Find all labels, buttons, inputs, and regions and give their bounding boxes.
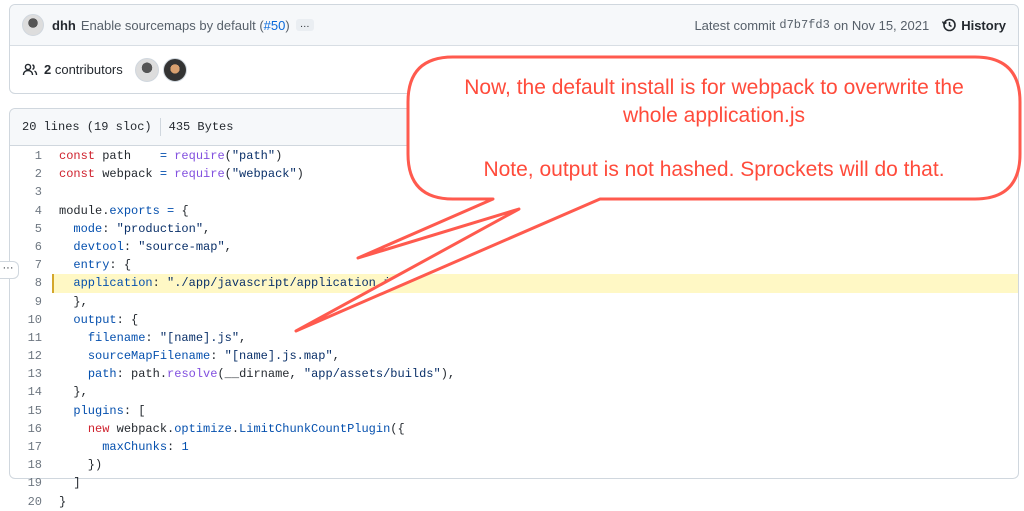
line-code: } <box>42 493 66 511</box>
code-token: } <box>59 494 67 509</box>
line-number[interactable]: 20 <box>10 493 42 511</box>
callout-bubble <box>294 55 1022 333</box>
code-line: 20} <box>10 493 1018 511</box>
callout-line-2: whole application.js <box>622 104 806 127</box>
callout-line-1: Now, the default install is for webpack … <box>464 76 964 99</box>
callout-line-3: Note, output is not hashed. Sprockets wi… <box>483 158 945 181</box>
